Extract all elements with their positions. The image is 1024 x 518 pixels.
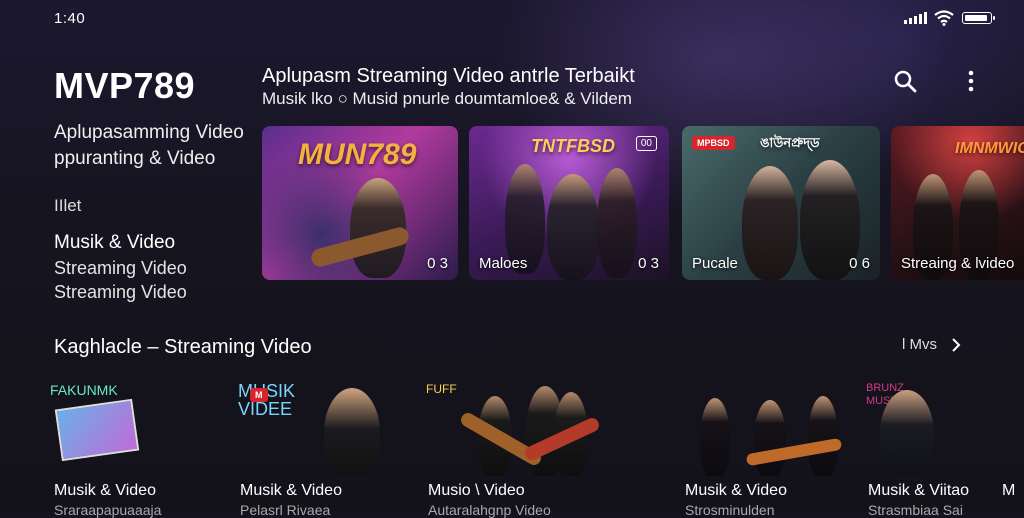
video-tile-3[interactable]: FUFF xyxy=(426,382,671,476)
hero-header: Aplupasm Streaming Video antrle Terbaikt… xyxy=(262,64,822,110)
more-menu-button[interactable] xyxy=(958,68,984,94)
card-caption: Maloes xyxy=(479,255,528,272)
tile-subtitle: Strasmbiaa Sai xyxy=(868,502,963,518)
tile-logo: FAKUNMK xyxy=(50,382,118,398)
tile-title: M xyxy=(1002,482,1016,499)
performer-figure xyxy=(547,174,599,280)
search-button[interactable] xyxy=(892,68,918,94)
performer-figure xyxy=(808,396,838,476)
status-time: 1:40 xyxy=(54,10,86,27)
hero-card-1[interactable]: MUN789 0 3 xyxy=(262,126,458,280)
card-count: 0 6 xyxy=(849,255,870,272)
performer-figure xyxy=(324,388,380,476)
screen-thumbnail xyxy=(54,398,140,462)
tile-title: Musio \ Video xyxy=(428,482,525,499)
sidebar: MVP789 Aplupasamming Video ppuranting & … xyxy=(54,64,254,302)
search-icon xyxy=(894,70,917,93)
video-tile-6[interactable] xyxy=(992,382,1024,476)
card-logo: MUN789 xyxy=(298,138,417,171)
card-logo: ঙাউনপ্ৰুদ্ড xyxy=(760,135,820,150)
battery-level xyxy=(964,14,987,21)
tile-title: Musik & Video xyxy=(685,482,787,499)
tile-subtitle: Sraraapapuaaaja xyxy=(54,502,162,518)
card-caption: Streaing & lvideo xyxy=(901,255,1015,272)
sidebar-item-streaming-video-2[interactable]: Streaming Video xyxy=(54,282,187,303)
sidebar-item-streaming-video[interactable]: Streaming Video xyxy=(54,258,187,279)
sidebar-subtitle: Aplupasamming Video ppuranting & Video xyxy=(54,122,244,169)
performer-figure xyxy=(754,400,786,476)
performer-figure xyxy=(742,166,798,280)
performer-figure xyxy=(597,168,637,278)
tile-title: Musik & Video xyxy=(240,482,342,499)
see-all-label: l Mvs xyxy=(902,336,937,353)
performer-figure xyxy=(700,398,730,476)
section-title: Kaghlacle – Streaming Video xyxy=(54,336,312,358)
tile-subtitle: Strosminulden xyxy=(685,502,775,518)
card-badge: 00 xyxy=(635,136,657,151)
tile-subtitle: Pelasrl Rivaea xyxy=(240,502,331,518)
tile-subtitle: Autaralahgnp Video xyxy=(428,502,551,518)
video-tile-4[interactable] xyxy=(682,382,855,476)
tile-title: Musik & Viitao xyxy=(868,482,970,499)
card-count: 0 3 xyxy=(638,255,659,272)
chevron-right-icon xyxy=(952,337,961,352)
hero-title: Aplupasm Streaming Video antrle Terbaikt xyxy=(262,65,635,87)
see-all-link[interactable]: l Mvs xyxy=(902,336,961,353)
card-caption: Pucale xyxy=(692,255,738,272)
video-tile-5[interactable]: BRUNZ MUSKIC xyxy=(866,382,992,476)
sidebar-heading: IIlet xyxy=(54,196,82,215)
hero-subtitle: Musik lko ○ Musid pnurle doumtamloe& & V… xyxy=(262,89,632,108)
video-tile-2[interactable]: MUSIK VIDEE M xyxy=(238,382,415,476)
battery-icon xyxy=(962,12,995,24)
card-logo: TNTFBSD xyxy=(531,136,615,156)
card-logo: IMNMWIO xyxy=(955,140,1024,157)
sidebar-item-musik-video[interactable]: Musik & Video xyxy=(54,232,175,254)
hero-card-2[interactable]: TNTFBSD 00 Maloes 0 3 xyxy=(469,126,669,280)
tile-badge: M xyxy=(250,388,268,402)
hero-card-4[interactable]: IMNMWIO Streaing & lvideo xyxy=(891,126,1024,280)
status-bar: 1:40 xyxy=(0,0,1024,36)
more-vertical-icon xyxy=(968,70,974,92)
card-badge: MPBSD xyxy=(692,136,735,150)
tile-title: Musik & Video xyxy=(54,482,156,499)
hero-card-3[interactable]: MPBSD ঙাউনপ্ৰুদ্ড Pucale 0 6 xyxy=(682,126,880,280)
brand-logo[interactable]: MVP789 xyxy=(54,64,254,108)
performer-figure xyxy=(880,390,934,476)
card-count: 0 3 xyxy=(427,255,448,272)
signal-icon xyxy=(904,12,927,24)
wifi-icon xyxy=(934,10,954,26)
video-tile-1[interactable]: FAKUNMK xyxy=(50,382,228,476)
